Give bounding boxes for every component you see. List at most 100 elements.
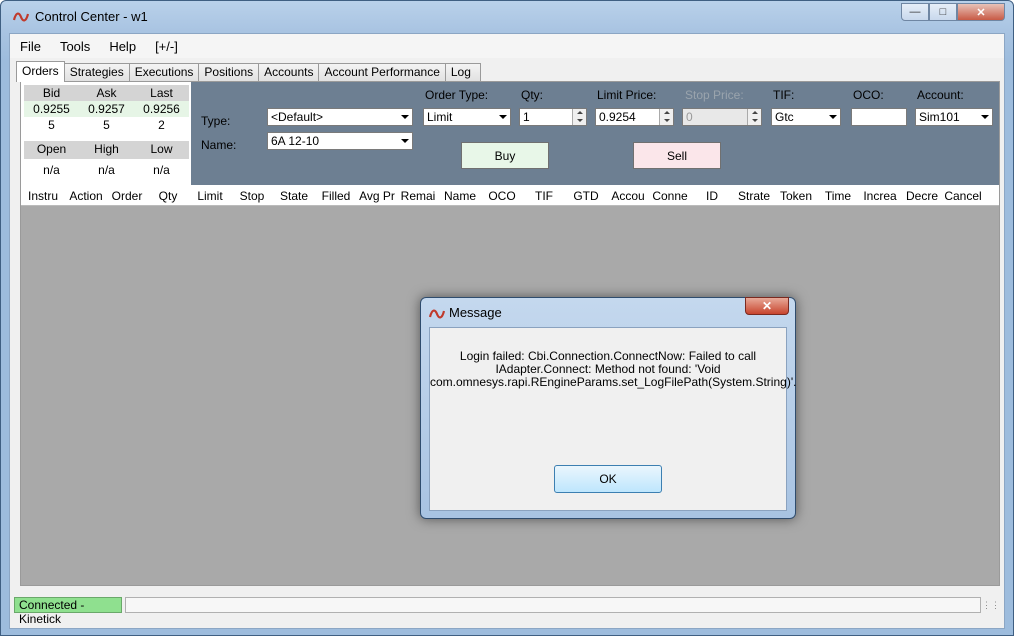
status-panel	[125, 597, 981, 613]
title-bar[interactable]: Control Center - w1 — □ ✕	[1, 1, 1013, 33]
col-name[interactable]: Name	[439, 186, 481, 206]
col-account[interactable]: Accou	[607, 186, 649, 206]
type-select-value: <Default>	[271, 110, 324, 124]
col-time[interactable]: Time	[817, 186, 859, 206]
chevron-down-icon	[401, 139, 409, 143]
menu-file[interactable]: File	[10, 39, 50, 54]
tab-orders[interactable]: Orders	[16, 61, 65, 82]
chevron-down-icon	[401, 115, 409, 119]
tif-value: Gtc	[775, 110, 794, 124]
col-stop[interactable]: Stop	[231, 186, 273, 206]
limit-price-value: 0.9254	[599, 110, 636, 124]
name-label: Name:	[201, 138, 237, 152]
order-type-select[interactable]: Limit	[423, 108, 511, 126]
qty-label: Qty:	[521, 88, 544, 102]
last-price: 0.9256	[143, 102, 180, 116]
menu-bar: File Tools Help [+/-]	[10, 34, 1004, 58]
menu-help[interactable]: Help	[99, 39, 145, 54]
control-center-window: Control Center - w1 — □ ✕ File Tools Hel…	[0, 0, 1014, 636]
col-state[interactable]: State	[273, 186, 315, 206]
stop-price-stepper: 0	[682, 108, 762, 126]
col-action[interactable]: Action	[65, 186, 107, 206]
qty-stepper[interactable]: 1	[519, 108, 587, 126]
col-tif[interactable]: TIF	[523, 186, 565, 206]
order-type-value: Limit	[427, 110, 453, 124]
col-token[interactable]: Token	[775, 186, 817, 206]
stop-up-icon	[747, 109, 761, 117]
col-id[interactable]: ID	[691, 186, 733, 206]
menu-toggle[interactable]: [+/-]	[145, 39, 187, 54]
stop-price-value: 0	[686, 110, 693, 124]
resize-grip-icon[interactable]: ⋮⋮	[982, 600, 1000, 611]
tab-account-performance[interactable]: Account Performance	[318, 63, 446, 82]
tab-positions[interactable]: Positions	[198, 63, 260, 82]
account-label: Account:	[917, 88, 964, 102]
col-limit[interactable]: Limit	[189, 186, 231, 206]
name-select[interactable]: 6A 12-10	[267, 132, 413, 150]
limit-price-stepper[interactable]: 0.9254	[595, 108, 674, 126]
tif-label: TIF:	[773, 88, 795, 102]
close-icon: ✕	[761, 299, 773, 313]
dialog-body: Login failed: Cbi.Connection.ConnectNow:…	[429, 327, 797, 511]
open-value: n/a	[43, 163, 60, 177]
col-remaining[interactable]: Remai	[397, 186, 439, 206]
bid-size: 5	[48, 118, 55, 132]
account-select[interactable]: Sim101	[915, 108, 993, 126]
dialog-close-button[interactable]: ✕	[745, 297, 789, 315]
ninja-logo-icon	[429, 309, 445, 319]
col-qty[interactable]: Qty	[147, 186, 189, 206]
orders-grid-header: Instru Action Order Qty Limit Stop State…	[21, 186, 999, 206]
type-select[interactable]: <Default>	[267, 108, 413, 126]
col-gtd[interactable]: GTD	[565, 186, 607, 206]
col-cancel[interactable]: Cancel	[943, 186, 983, 206]
stop-down-icon	[747, 117, 761, 125]
tab-executions[interactable]: Executions	[128, 63, 200, 82]
maximize-button[interactable]: □	[929, 3, 957, 21]
col-avg-price[interactable]: Avg Pr	[357, 186, 397, 206]
tab-accounts[interactable]: Accounts	[258, 63, 320, 82]
qty-up-icon[interactable]	[572, 109, 586, 117]
high-header: High	[94, 142, 119, 156]
limit-down-icon[interactable]	[659, 117, 673, 125]
oco-label: OCO:	[853, 88, 884, 102]
order-type-label: Order Type:	[425, 88, 489, 102]
quote-panel: Bid Ask Last 0.9255 0.9257 0.9256 5 5 2 …	[24, 85, 189, 185]
sell-button[interactable]: Sell	[633, 142, 721, 169]
message-line: com.omnesys.rapi.REngineParams.set_LogFi…	[430, 375, 797, 389]
chevron-down-icon	[981, 115, 989, 119]
type-label: Type:	[201, 114, 231, 128]
col-connection[interactable]: Conne	[649, 186, 691, 206]
close-button[interactable]: ✕	[957, 3, 1005, 21]
col-decrease[interactable]: Decre	[901, 186, 943, 206]
bid-header: Bid	[42, 86, 61, 100]
order-entry-panel: Type: <Default> Name: 6A 12-10 Order Typ…	[191, 82, 999, 185]
qty-down-icon[interactable]	[572, 117, 586, 125]
high-value: n/a	[98, 163, 115, 177]
col-instrument[interactable]: Instru	[21, 186, 65, 206]
open-header: Open	[36, 142, 67, 156]
status-bar: Connected - Kinetick ⋮⋮	[10, 594, 1004, 626]
col-increase[interactable]: Increa	[859, 186, 901, 206]
maximize-icon: □	[939, 6, 947, 18]
chevron-down-icon	[499, 115, 507, 119]
low-header: Low	[150, 142, 173, 156]
col-filled[interactable]: Filled	[315, 186, 357, 206]
menu-tools[interactable]: Tools	[50, 39, 99, 54]
ok-button[interactable]: OK	[554, 465, 662, 493]
tab-log[interactable]: Log	[444, 63, 481, 82]
buy-button[interactable]: Buy	[461, 142, 549, 169]
oco-input[interactable]	[851, 108, 907, 126]
limit-up-icon[interactable]	[659, 109, 673, 117]
col-strategy[interactable]: Strate	[733, 186, 775, 206]
minimize-button[interactable]: —	[901, 3, 929, 21]
col-order[interactable]: Order	[107, 186, 147, 206]
window-title: Control Center - w1	[35, 9, 148, 24]
tif-select[interactable]: Gtc	[771, 108, 841, 126]
last-size: 2	[158, 118, 165, 132]
close-icon: ✕	[976, 6, 986, 19]
tab-strategies[interactable]: Strategies	[63, 63, 130, 82]
low-value: n/a	[153, 163, 170, 177]
chevron-down-icon	[829, 115, 837, 119]
col-oco[interactable]: OCO	[481, 186, 523, 206]
connection-status: Connected - Kinetick	[14, 597, 122, 626]
